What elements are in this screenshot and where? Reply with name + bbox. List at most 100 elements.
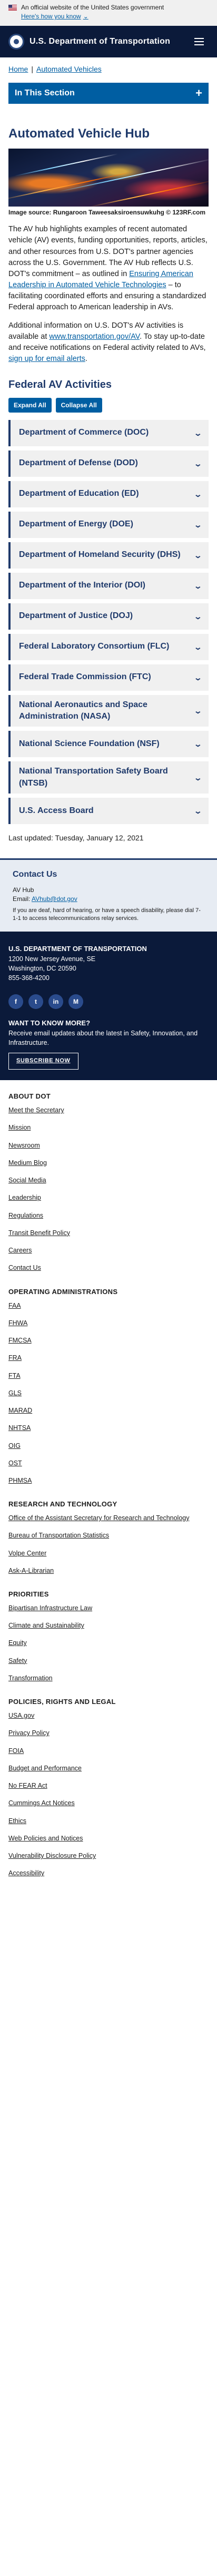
footer-link[interactable]: FMCSA (8, 1337, 32, 1344)
footer-link[interactable]: Transformation (8, 1674, 53, 1682)
chevron-down-icon: ⌄ (193, 459, 203, 468)
footer-link[interactable]: Equity (8, 1639, 27, 1647)
footer-link[interactable]: Climate and Sustainability (8, 1622, 84, 1629)
footer-link[interactable]: Bipartisan Infrastructure Law (8, 1604, 92, 1612)
footer-link[interactable]: FOIA (8, 1747, 24, 1755)
footer-link[interactable]: Safety (8, 1657, 27, 1664)
accordion-item[interactable]: U.S. Access Board ⌄ (8, 798, 209, 825)
list-item: OST (8, 1459, 209, 1467)
footer-link[interactable]: Contact Us (8, 1264, 41, 1271)
list-item: MARAD (8, 1406, 209, 1415)
footer-link-groups: ABOUT DOT Meet the Secretary Mission Newsro… (0, 1080, 217, 1898)
footer-link[interactable]: OST (8, 1460, 22, 1467)
footer-link[interactable]: MARAD (8, 1407, 32, 1414)
expand-all-button[interactable]: Expand All (8, 397, 52, 413)
last-updated: Last updated: Tuesday, January 12, 2021 (8, 834, 144, 843)
footer-link[interactable]: FHWA (8, 1319, 27, 1327)
heres-how-you-know-link[interactable]: Here's how you know ⌄ (21, 12, 88, 21)
footer-link[interactable]: Budget and Performance (8, 1765, 82, 1772)
additional-info-paragraph: Additional information on U.S. DOT's AV … (0, 320, 217, 365)
footer-link[interactable]: Social Media (8, 1177, 46, 1184)
accordion-item-label: Department of Energy (DOE) (19, 520, 133, 529)
breadcrumb-home[interactable]: Home (8, 64, 28, 74)
footer-link[interactable]: Ethics (8, 1817, 26, 1825)
accordion-item[interactable]: Federal Trade Commission (FTC) ⌄ (8, 664, 209, 691)
footer-link[interactable]: FRA (8, 1354, 22, 1362)
accordion-item-label: National Science Foundation (NSF) (19, 739, 160, 749)
medium-icon[interactable]: M (68, 994, 83, 1010)
footer-link[interactable]: PHMSA (8, 1477, 32, 1484)
address-line-2: Washington, DC 20590 (8, 965, 76, 973)
accordion-item[interactable]: National Transportation Safety Board (NT… (8, 761, 209, 794)
list-item: Ask-A-Librarian (8, 1566, 209, 1575)
twitter-icon[interactable]: t (28, 994, 43, 1010)
accordion-item-label: National Aeronautics and Space Administr… (19, 700, 147, 721)
footer-link[interactable]: Meet the Secretary (8, 1106, 64, 1114)
footer-link[interactable]: Regulations (8, 1212, 43, 1219)
dot-logo-link[interactable]: U.S. Department of Transportation (8, 33, 170, 50)
footer-link[interactable]: FAA (8, 1302, 21, 1309)
accordion-item[interactable]: Federal Laboratory Consortium (FLC) ⌄ (8, 633, 209, 660)
accordion-item[interactable]: National Science Foundation (NSF) ⌄ (8, 731, 209, 758)
accordion-item[interactable]: Department of Commerce (DOC) ⌄ (8, 419, 209, 446)
footer-link[interactable]: Leadership (8, 1194, 41, 1201)
accordion-item[interactable]: Department of Energy (DOE) ⌄ (8, 511, 209, 538)
footer-link[interactable]: USA.gov (8, 1712, 34, 1719)
accordion-item[interactable]: Department of Education (ED) ⌄ (8, 481, 209, 507)
linkedin-icon[interactable]: in (48, 994, 63, 1010)
heres-how-you-know-label: Here's how you know (21, 13, 81, 21)
breadcrumb-current[interactable]: Automated Vehicles (36, 64, 102, 74)
accordion-item[interactable]: Department of the Interior (DOI) ⌄ (8, 572, 209, 599)
footer-link[interactable]: NHTSA (8, 1424, 31, 1432)
accordion-item-label: Department of Homeland Security (DHS) (19, 550, 181, 560)
email-alerts-link[interactable]: sign up for email alerts (8, 355, 85, 363)
footer-link[interactable]: Careers (8, 1247, 32, 1254)
list-item: FMCSA (8, 1336, 209, 1345)
footer-link[interactable]: Volpe Center (8, 1550, 46, 1557)
in-this-section-toggle[interactable]: In This Section + (8, 83, 209, 104)
agency-accordion: Department of Commerce (DOC) ⌄ Department … (0, 419, 217, 825)
accordion-controls: Expand All Collapse All (0, 397, 217, 420)
accordion-item[interactable]: Department of Homeland Security (DHS) ⌄ (8, 542, 209, 569)
accordion-item-label: Department of Commerce (DOC) (19, 428, 149, 437)
footer-link[interactable]: Web Policies and Notices (8, 1835, 83, 1842)
list-item: Transformation (8, 1674, 209, 1682)
accordion-item[interactable]: National Aeronautics and Space Administr… (8, 694, 209, 727)
link-group-list: Office of the Assistant Secretary for Re… (8, 1514, 209, 1575)
accordion-item[interactable]: Department of Defense (DOD) ⌄ (8, 450, 209, 477)
list-item: Volpe Center (8, 1549, 209, 1558)
link-group-heading: RESEARCH AND TECHNOLOGY (8, 1500, 117, 1509)
footer-link[interactable]: Newsroom (8, 1142, 40, 1149)
footer-link[interactable]: Privacy Policy (8, 1729, 50, 1737)
footer-link[interactable]: Transit Benefit Policy (8, 1229, 70, 1237)
list-item: Social Media (8, 1176, 209, 1184)
accordion-item[interactable]: Department of Justice (DOJ) ⌄ (8, 603, 209, 630)
collapse-all-button[interactable]: Collapse All (55, 397, 102, 413)
chevron-down-icon: ⌄ (193, 520, 203, 529)
footer-link[interactable]: Ask-A-Librarian (8, 1567, 54, 1574)
footer-link[interactable]: Mission (8, 1124, 31, 1131)
chevron-down-icon: ⌄ (193, 551, 203, 560)
footer-link[interactable]: Vulnerability Disclosure Policy (8, 1852, 96, 1859)
footer-link[interactable]: GLS (8, 1389, 22, 1397)
accordion-item-label: Federal Laboratory Consortium (FLC) (19, 642, 170, 651)
list-item: Meet the Secretary (8, 1106, 209, 1114)
footer-link[interactable]: Office of the Assistant Secretary for Re… (8, 1514, 189, 1522)
us-flag-icon (8, 5, 17, 11)
chevron-down-icon: ⌄ (193, 612, 203, 621)
footer-link[interactable]: Medium Blog (8, 1159, 47, 1167)
footer-link[interactable]: Accessibility (8, 1869, 44, 1877)
footer-link[interactable]: FTA (8, 1372, 21, 1379)
footer-link[interactable]: OIG (8, 1442, 21, 1449)
footer-link[interactable]: Bureau of Transportation Statistics (8, 1532, 109, 1539)
menu-button[interactable] (190, 32, 209, 51)
accordion-item-label: Department of Education (ED) (19, 489, 139, 498)
transportation-av-link[interactable]: www.transportation.gov/AV (49, 332, 140, 341)
footer-link[interactable]: Cummings Act Notices (8, 1799, 75, 1807)
subscribe-button[interactable]: SUBSCRIBE NOW (8, 1053, 78, 1070)
facebook-icon[interactable]: f (8, 994, 23, 1010)
list-item: Regulations (8, 1211, 209, 1220)
contact-email-link[interactable]: AVhub@dot.gov (32, 895, 77, 903)
footer-link[interactable]: No FEAR Act (8, 1782, 47, 1789)
list-item: PHMSA (8, 1476, 209, 1485)
